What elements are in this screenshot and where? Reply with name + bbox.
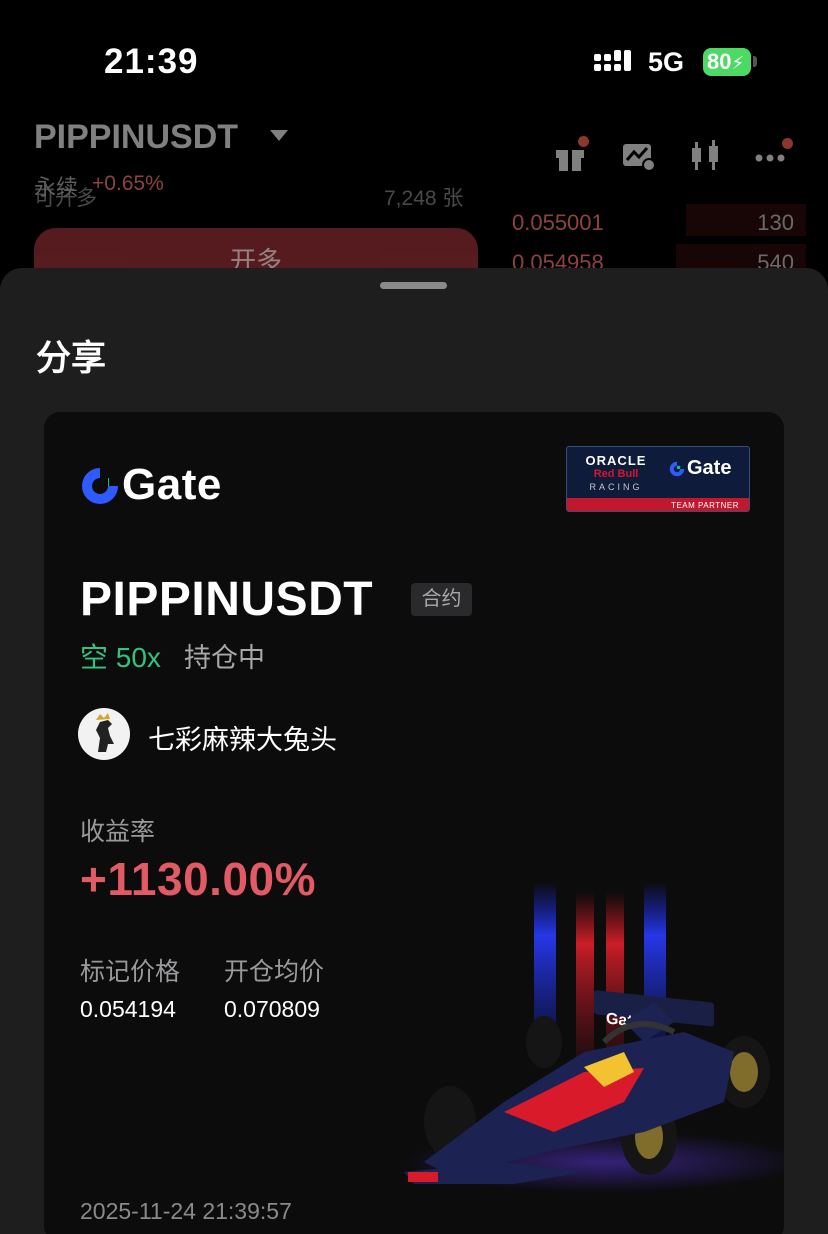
- candlestick-icon[interactable]: [688, 138, 724, 174]
- username: 七彩麻辣大兔头: [148, 725, 337, 755]
- pair-selector[interactable]: PIPPINUSDT: [34, 118, 238, 157]
- share-card: Gate ORACLE Red Bull RACING Gate TEAM PA…: [44, 412, 784, 1234]
- gate-logo-text: Gate: [122, 460, 222, 509]
- entry-price-value: 0.070809: [224, 996, 320, 1022]
- roi-value: +1130.00%: [80, 853, 317, 905]
- f1-car-image: Gate: [404, 882, 784, 1192]
- sheet-title: 分享: [36, 339, 107, 378]
- orderbook-qty: 130: [757, 210, 794, 235]
- contract-tag: 合约: [411, 583, 472, 616]
- chart-settings-icon[interactable]: [620, 138, 656, 174]
- partner-badge: ORACLE Red Bull RACING Gate TEAM PARTNER: [566, 446, 750, 512]
- battery-level: 80: [707, 49, 732, 74]
- share-sheet: 分享 Gate ORACLE Red Bull RACING Gate TEAM…: [0, 268, 828, 1234]
- network-type: 5G: [648, 47, 685, 77]
- redbull-racing-logo: ORACLE Red Bull RACING: [573, 453, 659, 493]
- contract-type: 永续: [34, 175, 79, 200]
- avatar: [78, 708, 130, 760]
- orderbook-price[interactable]: 0.055001: [512, 210, 604, 236]
- clock: 21:39: [104, 42, 199, 81]
- toolbar: [552, 136, 802, 178]
- gate-logo-icon: [82, 468, 118, 504]
- price-change: +0.65%: [92, 172, 164, 195]
- mark-price-label: 标记价格: [80, 958, 181, 986]
- gate-logo-icon: [669, 461, 685, 477]
- partner-redbull: Red Bull: [593, 468, 639, 480]
- trading-screen-background: PIPPINUSDT 可开多 7,248 张 永续 +0.65% 0.05500…: [0, 100, 828, 308]
- share-timestamp: 2025-11-24 21:39:57: [80, 1198, 292, 1224]
- position-status: 持仓中: [184, 643, 265, 673]
- partner-racing: RACING: [589, 482, 643, 492]
- partner-oracle: ORACLE: [585, 453, 647, 468]
- battery-indicator: 80⚡: [703, 48, 751, 76]
- caret-down-icon[interactable]: [270, 130, 288, 141]
- available-long-qty: 7,248 张: [384, 187, 464, 210]
- gate-logo: Gate: [80, 460, 280, 509]
- contract-symbol: PIPPINUSDT: [80, 573, 374, 626]
- notification-dot: [782, 138, 793, 149]
- status-bar: 21:39 5G 80⚡: [0, 0, 828, 100]
- mark-price-value: 0.054194: [80, 996, 176, 1022]
- notification-dot: [578, 136, 589, 147]
- sheet-drag-handle[interactable]: [380, 282, 447, 289]
- partner-gate-text: Gate: [687, 457, 732, 479]
- signal-icon: [594, 50, 631, 71]
- entry-price-label: 开仓均价: [224, 958, 325, 986]
- dinosaur-icon: [96, 713, 114, 752]
- charging-icon: ⚡: [731, 53, 745, 73]
- battery-tip: [753, 56, 757, 67]
- position-direction: 空 50x: [80, 642, 161, 673]
- partner-strip-text: TEAM PARTNER: [671, 501, 739, 510]
- roi-label: 收益率: [80, 818, 156, 846]
